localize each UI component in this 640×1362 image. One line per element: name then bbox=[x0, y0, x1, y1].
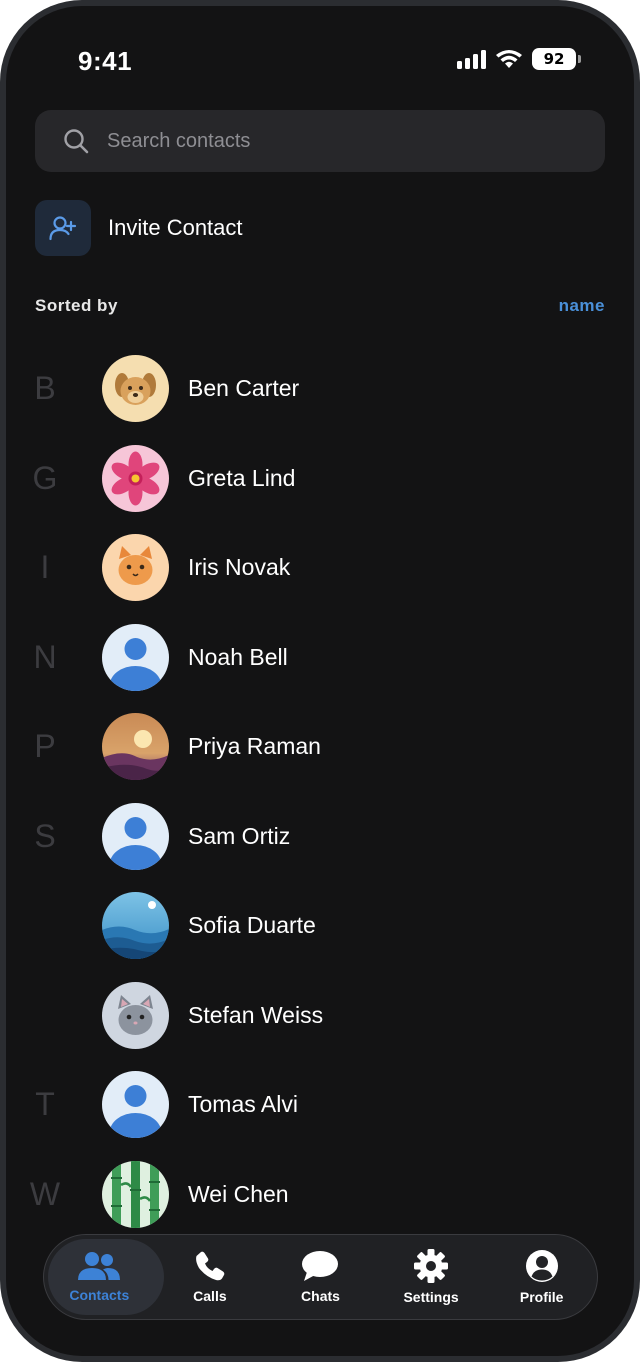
contact-name: Sofia Duarte bbox=[188, 912, 316, 939]
invite-contact-button[interactable]: Invite Contact bbox=[35, 200, 243, 256]
phone-icon bbox=[195, 1251, 225, 1281]
contact-name: Stefan Weiss bbox=[188, 1001, 324, 1028]
invite-contact-label: Invite Contact bbox=[108, 215, 243, 240]
tab-calls[interactable]: Calls bbox=[155, 1234, 266, 1320]
contact-row[interactable]: S Sam Ortiz bbox=[6, 792, 634, 882]
section-letter: I bbox=[40, 549, 50, 586]
section-letter: G bbox=[32, 459, 58, 496]
ocean-avatar bbox=[102, 892, 169, 960]
section-letter: T bbox=[35, 1086, 55, 1123]
section-letter: N bbox=[33, 638, 57, 675]
contact-name: Wei Chen bbox=[188, 1180, 289, 1207]
battery-icon: 92 bbox=[532, 48, 581, 70]
contact-row[interactable]: Stefan Weiss bbox=[6, 971, 634, 1061]
section-letter: B bbox=[34, 370, 56, 407]
contact-name: Iris Novak bbox=[188, 554, 291, 581]
tab-label: Settings bbox=[403, 1289, 459, 1305]
section-letter: S bbox=[34, 817, 56, 854]
default-person-avatar bbox=[102, 623, 169, 691]
search-bar[interactable] bbox=[35, 110, 605, 172]
sorted-by-label: Sorted by bbox=[35, 296, 118, 315]
dog-avatar bbox=[102, 355, 169, 423]
contact-row[interactable]: I Iris Novak bbox=[6, 523, 634, 613]
chat-bubble-icon bbox=[302, 1251, 339, 1281]
tab-label: Calls bbox=[193, 1288, 227, 1304]
flower-avatar bbox=[102, 444, 169, 512]
contact-row[interactable]: N Noah Bell bbox=[6, 613, 634, 703]
sunset-avatar bbox=[102, 713, 169, 781]
tab-bar: Contacts Calls Chats Settings Profile bbox=[43, 1234, 598, 1320]
contact-list: B Ben Carter G Greta Lind I Iris Novak N… bbox=[6, 344, 634, 1239]
cellular-signal-icon bbox=[457, 49, 486, 69]
contact-name: Tomas Alvi bbox=[188, 1091, 298, 1118]
bamboo-avatar bbox=[102, 1160, 169, 1228]
tab-settings[interactable]: Settings bbox=[376, 1234, 487, 1320]
tab-label: Chats bbox=[301, 1288, 340, 1304]
tab-label: Profile bbox=[519, 1289, 564, 1305]
cat-avatar bbox=[102, 534, 169, 602]
sort-option-button[interactable]: name bbox=[559, 296, 605, 316]
contact-row[interactable]: G Greta Lind bbox=[6, 434, 634, 524]
search-input[interactable] bbox=[107, 129, 527, 153]
contact-row[interactable]: P Priya Raman bbox=[6, 702, 634, 792]
add-person-icon bbox=[35, 200, 91, 256]
contact-name: Noah Bell bbox=[188, 643, 288, 670]
status-icons: 92 bbox=[457, 48, 581, 70]
contact-row[interactable]: W Wei Chen bbox=[6, 1150, 634, 1240]
default-person-avatar bbox=[102, 802, 169, 870]
contact-name: Priya Raman bbox=[188, 733, 321, 760]
screen: 9:41 92 Search contacts Invite Contact S… bbox=[6, 6, 634, 1356]
contact-name: Sam Ortiz bbox=[188, 822, 291, 849]
tab-contacts[interactable]: Contacts bbox=[44, 1234, 164, 1320]
tab-profile[interactable]: Profile bbox=[486, 1234, 597, 1320]
people-icon bbox=[78, 1252, 121, 1280]
default-person-avatar bbox=[102, 1071, 169, 1139]
search-icon bbox=[64, 129, 89, 154]
tab-label: Contacts bbox=[69, 1287, 130, 1303]
gear-icon bbox=[414, 1249, 449, 1283]
gray-cat-avatar bbox=[102, 981, 169, 1049]
person-circle-icon bbox=[525, 1250, 558, 1282]
wifi-icon bbox=[496, 50, 522, 68]
contact-name: Ben Carter bbox=[188, 375, 300, 402]
device-frame: 9:41 92 Search contacts Invite Contact S… bbox=[0, 0, 640, 1362]
contact-name: Greta Lind bbox=[188, 464, 296, 491]
contact-row[interactable]: T Tomas Alvi bbox=[6, 1060, 634, 1150]
contact-row[interactable]: B Ben Carter bbox=[6, 344, 634, 434]
section-letter: W bbox=[29, 1175, 61, 1212]
status-time: 9:41 bbox=[78, 46, 133, 76]
section-letter: P bbox=[34, 728, 56, 765]
tab-chats[interactable]: Chats bbox=[265, 1234, 376, 1320]
contact-row[interactable]: Sofia Duarte bbox=[6, 881, 634, 971]
